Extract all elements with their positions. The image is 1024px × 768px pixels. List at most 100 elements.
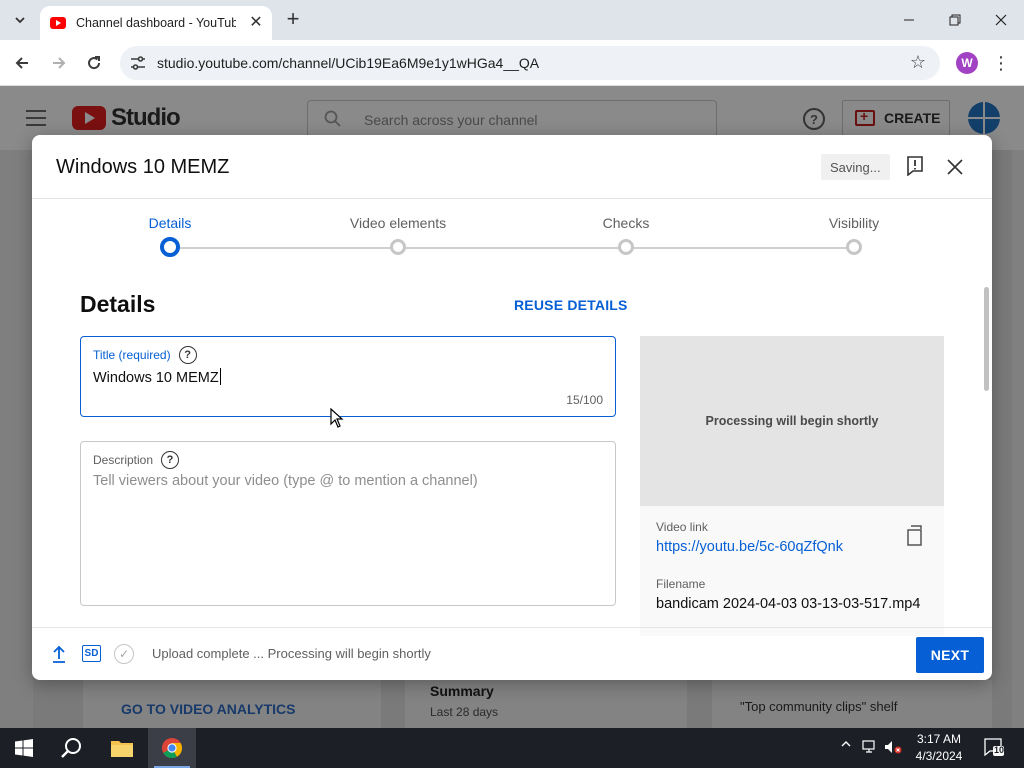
filename-value: bandicam 2024-04-03 03-13-03-517.mp4 [656, 596, 921, 612]
start-button[interactable] [0, 728, 48, 768]
description-label-text: Description [93, 453, 154, 467]
chrome-taskbar-button[interactable] [148, 728, 196, 768]
chrome-icon [162, 738, 183, 759]
upload-status-text: Upload complete ... Processing will begi… [152, 646, 431, 661]
minimize-icon[interactable] [886, 0, 932, 40]
channel-search-input[interactable]: Search across your channel [307, 100, 717, 138]
help-icon[interactable]: ? [161, 451, 180, 469]
step-label: Checks [602, 215, 650, 231]
description-placeholder: Tell viewers about your video (type @ to… [93, 473, 478, 489]
description-field[interactable]: Description ? Tell viewers about your vi… [80, 441, 616, 606]
studio-sidebar [0, 150, 33, 730]
close-icon[interactable] [945, 157, 965, 177]
video-preview-card: Processing will begin shortly Video link… [640, 336, 944, 636]
mouse-cursor-icon [330, 408, 344, 428]
dialog-header: Windows 10 MEMZ Saving... [32, 135, 992, 199]
step-video-elements[interactable]: Video elements [298, 199, 498, 255]
step-dot [390, 239, 406, 255]
stepper-line [170, 247, 854, 249]
step-dot [618, 239, 634, 255]
volume-muted-icon[interactable] [884, 740, 902, 757]
tab-close-icon[interactable]: ✕ [248, 14, 264, 31]
system-clock[interactable]: 3:17 AM 4/3/2024 [906, 731, 972, 765]
step-dot [846, 239, 862, 255]
clock-date: 4/3/2024 [915, 749, 963, 763]
next-button[interactable]: NEXT [916, 637, 984, 673]
summary-heading: Summary [430, 683, 494, 699]
step-label: Video elements [349, 215, 447, 231]
clock-time: 3:17 AM [916, 732, 962, 746]
filename-label: Filename [656, 577, 706, 591]
scrollbar-thumb[interactable] [984, 287, 989, 391]
feedback-icon[interactable] [906, 156, 924, 176]
url-text: studio.youtube.com/channel/UCib19Ea6M9e1… [157, 55, 540, 71]
video-analytics-link[interactable]: GO TO VIDEO ANALYTICS [121, 701, 296, 717]
browser-tab[interactable]: Channel dashboard - YouTube ✕ [40, 6, 272, 40]
tab-title: Channel dashboard - YouTube [76, 16, 236, 30]
channel-avatar[interactable] [968, 102, 1000, 134]
studio-logo-text: Studio [111, 104, 181, 131]
profile-avatar[interactable]: W [956, 52, 978, 74]
details-content: Details REUSE DETAILS Title (required) ?… [32, 275, 992, 636]
step-label: Visibility [828, 215, 880, 231]
upload-icon[interactable] [52, 645, 66, 663]
description-field-label: Description ? [93, 451, 180, 469]
step-dot [160, 237, 180, 257]
address-bar[interactable]: studio.youtube.com/channel/UCib19Ea6M9e1… [120, 46, 940, 80]
network-icon[interactable] [862, 740, 878, 757]
search-icon [61, 738, 81, 758]
title-char-count: 15/100 [566, 393, 603, 407]
action-center-icon[interactable]: 10 [984, 738, 1005, 757]
create-button[interactable]: CREATE [842, 100, 950, 136]
reuse-details-button[interactable]: REUSE DETAILS [514, 297, 628, 313]
window-close-icon[interactable] [978, 0, 1024, 40]
taskbar-search-button[interactable] [48, 728, 96, 768]
windows-taskbar: 3:17 AM 4/3/2024 10 [0, 728, 1024, 768]
new-tab-icon[interactable]: + [282, 6, 304, 31]
video-thumbnail: Processing will begin shortly [640, 336, 944, 506]
upload-dialog: Windows 10 MEMZ Saving... Details Video … [32, 135, 992, 680]
forward-icon[interactable] [47, 51, 71, 75]
youtube-favicon-icon [50, 17, 66, 29]
file-explorer-button[interactable] [98, 728, 146, 768]
create-label: CREATE [884, 110, 941, 126]
hamburger-menu-icon[interactable] [26, 110, 46, 126]
dialog-scrollbar[interactable] [982, 287, 990, 627]
youtube-logo-icon[interactable] [72, 106, 106, 130]
bookmark-star-icon[interactable]: ☆ [910, 52, 926, 73]
page-scrollbar[interactable] [1012, 150, 1024, 730]
help-icon[interactable]: ? [803, 108, 825, 130]
search-icon [324, 110, 341, 127]
help-icon[interactable]: ? [178, 346, 197, 364]
step-visibility[interactable]: Visibility [754, 199, 954, 255]
copy-icon[interactable] [906, 525, 926, 547]
step-checks[interactable]: Checks [526, 199, 726, 255]
community-clips-text: "Top community clips" shelf [740, 699, 898, 714]
back-icon[interactable] [10, 51, 34, 75]
browser-tab-bar: Channel dashboard - YouTube ✕ + [0, 0, 1024, 40]
title-field[interactable]: Title (required) ? Windows 10 MEMZ 15/10… [80, 336, 616, 417]
processing-text: Processing will begin shortly [705, 414, 879, 428]
tab-search-button[interactable] [8, 8, 32, 32]
upload-stepper: Details Video elements Checks Visibility [32, 199, 992, 275]
video-link-label: Video link [656, 520, 708, 534]
title-input-value: Windows 10 MEMZ [93, 370, 219, 386]
notification-count: 10 [994, 745, 1005, 755]
checks-icon[interactable]: ✓ [114, 644, 134, 664]
site-info-icon[interactable] [129, 54, 147, 72]
title-input[interactable]: Windows 10 MEMZ [93, 368, 221, 386]
restore-icon[interactable] [932, 0, 978, 40]
windows-logo-icon [15, 739, 33, 757]
step-label: Details [148, 215, 192, 231]
reload-icon[interactable] [82, 51, 106, 75]
step-details[interactable]: Details [70, 199, 270, 257]
title-field-label: Title (required) ? [93, 346, 197, 364]
details-heading: Details [80, 291, 156, 317]
show-hidden-icons[interactable] [840, 738, 852, 753]
summary-period: Last 28 days [430, 705, 499, 719]
video-link[interactable]: https://youtu.be/5c-60qZfQnk [656, 539, 843, 555]
browser-menu-icon[interactable]: ⋮ [992, 52, 1010, 74]
chevron-down-icon [15, 17, 25, 24]
search-placeholder: Search across your channel [364, 112, 538, 128]
sd-quality-icon[interactable]: SD [82, 645, 101, 662]
